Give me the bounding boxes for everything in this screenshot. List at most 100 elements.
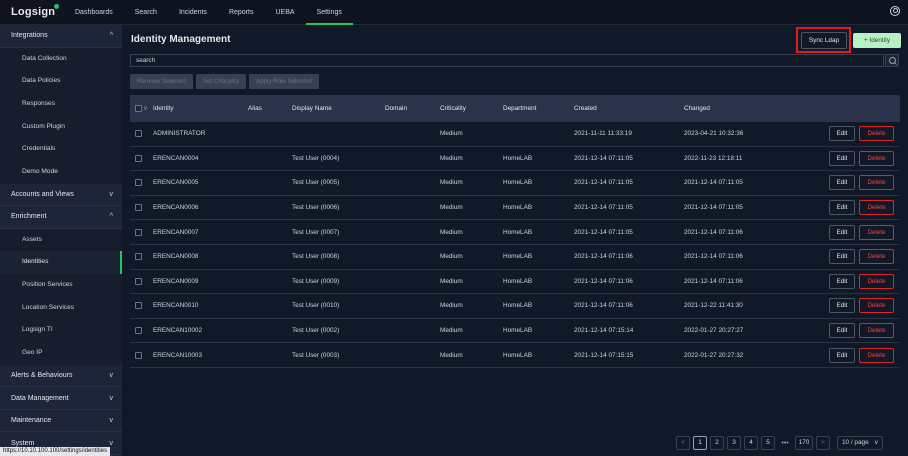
cell-criticality: Medium (440, 302, 463, 310)
sidebar-section-data-management[interactable]: Data Management v (0, 387, 122, 410)
bulk-actions: Remove Selected Set Criticality Apply Role… (130, 74, 319, 89)
edit-button[interactable]: Edit (829, 298, 855, 314)
per-page-select[interactable]: 10 / page v (837, 436, 883, 450)
sidebar-section-alerts-behaviours[interactable]: Alerts & Behaviours v (0, 365, 122, 388)
logsign-logo[interactable]: Logsign (11, 4, 59, 18)
edit-button[interactable]: Edit (829, 150, 855, 166)
edit-button[interactable]: Edit (829, 249, 855, 265)
row-checkbox[interactable] (135, 228, 142, 236)
sidebar-item-assets[interactable]: Assets (0, 228, 122, 252)
cell-created: 2021-12-14 07:11:05 (574, 179, 633, 187)
cell-created: 2021-12-14 07:11:05 (574, 228, 633, 236)
delete-button[interactable]: Delete (859, 347, 894, 363)
sidebar-item-data-collection[interactable]: Data Collection (0, 47, 122, 71)
sidebar-section-maintenance[interactable]: Maintenance v (0, 410, 122, 433)
sidebar-item-geo-ip[interactable]: Geo IP (0, 342, 122, 365)
apply-role-selected-button[interactable]: Apply Role Selected (248, 74, 319, 89)
delete-button[interactable]: Delete (859, 150, 894, 166)
cell-department: HomeLAB (503, 253, 533, 261)
edit-button[interactable]: Edit (829, 273, 855, 289)
header-domain[interactable]: Domain (385, 105, 407, 112)
remove-selected-button[interactable]: Remove Selected (130, 74, 193, 89)
delete-button[interactable]: Delete (859, 200, 894, 216)
header-created[interactable]: Created (574, 105, 597, 112)
delete-button[interactable]: Delete (859, 249, 894, 265)
delete-button[interactable]: Delete (859, 126, 894, 142)
edit-button[interactable]: Edit (829, 175, 855, 191)
cell-department: HomeLAB (503, 154, 533, 162)
add-identity-button[interactable]: + Identity (853, 33, 901, 48)
sidebar-item-location-services[interactable]: Location Services (0, 296, 122, 320)
select-all-checkbox[interactable] (135, 105, 142, 112)
sidebar-section-enrichment[interactable]: Enrichment ^ (0, 206, 122, 229)
delete-button[interactable]: Delete (859, 298, 894, 314)
edit-button[interactable]: Edit (829, 224, 855, 240)
top-navbar: Logsign Dashboards Search Incidents Reports… (0, 0, 908, 25)
main-nav: Dashboards Search Incidents Reports UEBA Sett… (67, 0, 354, 25)
delete-button[interactable]: Delete (859, 323, 894, 339)
sidebar-item-data-policies[interactable]: Data Policies (0, 70, 122, 93)
sidebar-section-label: Integrations (11, 32, 48, 40)
search-icon[interactable] (885, 54, 899, 67)
sidebar-section-integrations[interactable]: Integrations ^ (0, 25, 122, 48)
nav-reports[interactable]: Reports (218, 0, 265, 25)
sidebar-section-label: Alerts & Behaviours (11, 372, 73, 379)
page-button-4[interactable]: 4 (744, 436, 758, 450)
sidebar-item-credentials[interactable]: Credentials (0, 138, 122, 161)
page-button-3[interactable]: 3 (727, 436, 741, 450)
nav-dashboards[interactable]: Dashboards (67, 0, 124, 25)
row-checkbox[interactable] (135, 277, 142, 285)
chevron-down-icon[interactable]: v (144, 106, 147, 112)
delete-button[interactable]: Delete (859, 224, 894, 240)
table-header: v Identity Alias Display Name Domain Cri… (130, 95, 900, 122)
cell-changed: 2021-12-22 11:41:30 (684, 302, 743, 310)
chevron-down-icon: v (109, 417, 114, 424)
header-criticality[interactable]: Criticality (440, 105, 466, 112)
row-checkbox[interactable] (135, 351, 142, 359)
chevron-down-icon: v (874, 439, 878, 446)
header-display-name[interactable]: Display Name (292, 105, 332, 112)
next-page-button[interactable]: > (816, 436, 830, 450)
edit-button[interactable]: Edit (829, 347, 855, 363)
page-button-1[interactable]: 1 (693, 436, 707, 450)
nav-settings[interactable]: Settings (305, 0, 354, 25)
row-checkbox[interactable] (135, 204, 142, 212)
cell-created: 2021-12-14 07:11:05 (574, 204, 633, 212)
header-identity[interactable]: Identity (153, 105, 174, 112)
header-department[interactable]: Department (503, 105, 536, 112)
row-checkbox[interactable] (135, 154, 142, 162)
edit-button[interactable]: Edit (829, 323, 855, 339)
more-pages-icon[interactable]: ••• (778, 440, 792, 447)
row-checkbox[interactable] (135, 302, 142, 310)
search-input[interactable] (130, 54, 884, 67)
set-criticality-button[interactable]: Set Criticality (195, 74, 246, 89)
prev-page-button[interactable]: < (676, 436, 690, 450)
header-alias[interactable]: Alias (248, 105, 262, 112)
sidebar-item-custom-plugin[interactable]: Custom Plugin (0, 115, 122, 139)
sidebar-item-identities[interactable]: Identities (0, 251, 122, 274)
sync-ldap-button[interactable]: Sync Ldap (801, 32, 847, 49)
sidebar-item-logsign-ti[interactable]: Logsign TI (0, 319, 122, 343)
edit-button[interactable]: Edit (829, 200, 855, 216)
cell-identity: ERENCAN10002 (153, 327, 203, 335)
delete-button[interactable]: Delete (859, 273, 894, 289)
row-checkbox[interactable] (135, 327, 142, 335)
sidebar-item-demo-mode[interactable]: Demo Mode (0, 160, 122, 184)
delete-button[interactable]: Delete (859, 175, 894, 191)
sidebar-section-accounts-and-views[interactable]: Accounts and Views v (0, 184, 122, 207)
row-checkbox[interactable] (135, 253, 142, 261)
page-button-5[interactable]: 5 (761, 436, 775, 450)
nav-search[interactable]: Search (124, 0, 168, 25)
sidebar-item-position-services[interactable]: Position Services (0, 274, 122, 297)
header-changed[interactable]: Changed (684, 105, 710, 112)
sidebar-item-responses[interactable]: Responses (0, 92, 122, 116)
page-button-2[interactable]: 2 (710, 436, 724, 450)
user-icon[interactable] (890, 6, 900, 16)
table-row: ERENCAN0005 Test User (0005) Medium HomeLAB… (130, 171, 900, 196)
row-checkbox[interactable] (135, 130, 142, 138)
nav-incidents[interactable]: Incidents (168, 0, 218, 25)
row-checkbox[interactable] (135, 179, 142, 187)
page-button-last[interactable]: 170 (795, 436, 813, 450)
edit-button[interactable]: Edit (829, 126, 855, 142)
nav-ueba[interactable]: UEBA (264, 0, 305, 25)
